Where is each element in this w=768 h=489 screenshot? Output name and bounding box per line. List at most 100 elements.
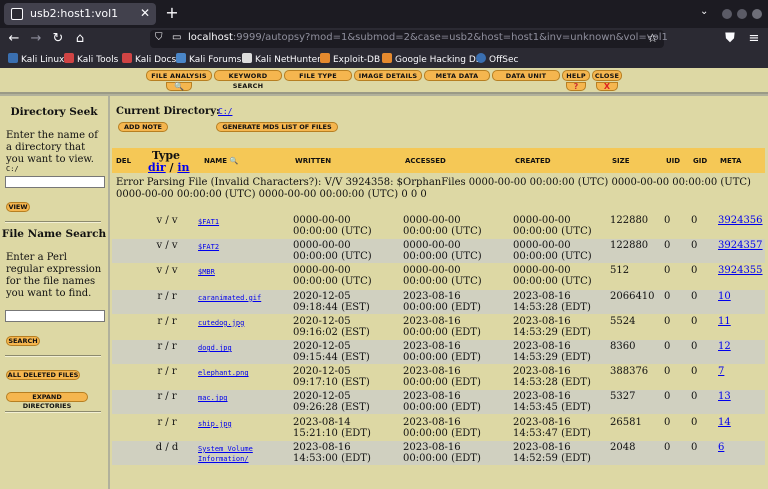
- back-icon[interactable]: ←: [6, 31, 22, 47]
- created-time: 2023-08-16 14:53:47 (EDT): [513, 417, 591, 439]
- view-button[interactable]: VIEW: [6, 202, 30, 212]
- created-time-date: 2023-08-16: [513, 366, 571, 378]
- written-time: 2023-08-16 14:53:00 (EDT): [293, 442, 371, 464]
- meta-link[interactable]: 3924356: [718, 215, 763, 226]
- bookmark-kali-nethunter[interactable]: Kali NetHunter: [242, 53, 321, 66]
- close-window-button[interactable]: [752, 9, 762, 19]
- current-directory-link[interactable]: C:/: [218, 107, 232, 116]
- header-meta[interactable]: META: [720, 157, 741, 165]
- header-created[interactable]: CREATED: [515, 157, 551, 165]
- file-name-search-text: Enter a Perl regular expression for the …: [6, 252, 102, 299]
- created-time-clock: 14:53:47 (EDT): [513, 427, 591, 439]
- header-accessed[interactable]: ACCESSED: [405, 157, 446, 165]
- header-uid[interactable]: UID: [666, 157, 680, 165]
- meta-link[interactable]: 7: [718, 366, 724, 377]
- maximize-button[interactable]: [737, 9, 747, 19]
- menu-icon[interactable]: ≡: [746, 31, 762, 47]
- help-icon[interactable]: ?: [566, 82, 586, 91]
- file-name-link[interactable]: dogd.jpg: [198, 343, 232, 353]
- generate-md5-button[interactable]: GENERATE MD5 LIST OF FILES: [216, 122, 338, 132]
- url-text[interactable]: localhost:9999/autopsy?mod=1&submod=2&ca…: [188, 32, 668, 43]
- tab-active[interactable]: usb2:host1:vol1 ✕: [4, 3, 156, 25]
- meta-link[interactable]: 14: [718, 417, 731, 428]
- accessed-time: 2023-08-16 00:00:00 (EDT): [403, 417, 481, 439]
- bookmark-kali-tools[interactable]: Kali Tools: [64, 53, 118, 66]
- file-name-link[interactable]: System Volume Information/: [198, 444, 253, 464]
- file-size: 26581: [610, 416, 642, 428]
- help-button[interactable]: HELP: [562, 70, 590, 81]
- accessed-time-clock: 00:00:00 (UTC): [403, 251, 482, 263]
- add-note-button[interactable]: ADD NOTE: [118, 122, 168, 132]
- file-name-link[interactable]: ship.jpg: [198, 419, 232, 429]
- type-dir-link[interactable]: dir: [148, 161, 166, 174]
- bookmark-star-icon[interactable]: ☆: [647, 31, 658, 45]
- shield-icon[interactable]: ⛉: [155, 32, 163, 43]
- written-time: 0000-00-00 00:00:00 (UTC): [293, 265, 372, 287]
- file-name-link[interactable]: mac.jpg: [198, 393, 228, 403]
- data-unit-button[interactable]: DATA UNIT: [492, 70, 560, 81]
- header-gid[interactable]: GID: [693, 157, 707, 165]
- expand-directories-button[interactable]: EXPAND DIRECTORIES: [6, 392, 88, 410]
- kali-docs-icon: [122, 53, 132, 63]
- bookmark-kali-forums[interactable]: Kali Forums: [176, 53, 241, 66]
- type-in-link[interactable]: in: [177, 161, 189, 174]
- page-info-icon[interactable]: ▭: [172, 32, 181, 43]
- bookmark-kali-docs[interactable]: Kali Docs: [122, 53, 176, 66]
- file-name-link[interactable]: elephant.png: [198, 368, 249, 378]
- close-icon[interactable]: X: [596, 82, 618, 91]
- table-row: v / v $FAT2 0000-00-00 00:00:00 (UTC) 0000-0…: [112, 239, 765, 264]
- file-type: r / r: [157, 341, 177, 352]
- header-written[interactable]: WRITTEN: [295, 157, 331, 165]
- bookmark-kali-linux[interactable]: Kali Linux: [8, 53, 64, 66]
- pocket-icon[interactable]: ⛊: [722, 31, 738, 47]
- bookmark-offsec[interactable]: OffSec: [476, 53, 518, 66]
- meta-link[interactable]: 12: [718, 341, 731, 352]
- image-details-button[interactable]: IMAGE DETAILS: [354, 70, 422, 81]
- meta-link[interactable]: 13: [718, 391, 731, 402]
- home-icon[interactable]: ⌂: [72, 31, 88, 47]
- accessed-time: 2023-08-16 00:00:00 (EDT): [403, 291, 481, 313]
- written-time-clock: 00:00:00 (UTC): [293, 251, 372, 263]
- menu-frame: FILE ANALYSIS 🔍 KEYWORD SEARCH FILE TYPE…: [0, 68, 768, 94]
- meta-data-button[interactable]: META DATA: [424, 70, 490, 81]
- keyword-search-button[interactable]: KEYWORD SEARCH: [214, 70, 282, 90]
- all-deleted-files-button[interactable]: ALL DELETED FILES: [6, 370, 80, 380]
- forward-icon[interactable]: →: [28, 31, 44, 47]
- filename-search-input[interactable]: [5, 310, 105, 322]
- bookmark-google-hacking-db[interactable]: Google Hacking DB: [382, 53, 482, 66]
- file-name-link[interactable]: $MBR: [198, 267, 215, 277]
- file-gid: 0: [691, 315, 698, 327]
- written-time: 0000-00-00 00:00:00 (UTC): [293, 215, 372, 237]
- header-name[interactable]: NAME 🔍: [204, 157, 238, 165]
- file-name-link[interactable]: cutedog.jpg: [198, 318, 244, 328]
- file-name-link[interactable]: caranimated.gif: [198, 293, 261, 303]
- created-time-clock: 14:53:29 (EDT): [513, 352, 591, 363]
- close-button[interactable]: CLOSE: [592, 70, 622, 81]
- directory-seek-title: Directory Seek: [10, 106, 98, 118]
- url-bar[interactable]: ⛉ ▭ localhost:9999/autopsy?mod=1&submod=…: [150, 30, 668, 48]
- minimize-button[interactable]: [722, 9, 732, 19]
- divider: [5, 411, 101, 413]
- file-analysis-button[interactable]: FILE ANALYSIS: [146, 70, 212, 81]
- created-time-clock: 14:53:28 (EDT): [513, 377, 591, 389]
- directory-seek-path: C:/: [6, 165, 19, 173]
- new-tab-icon[interactable]: +: [164, 3, 180, 23]
- url-host: localhost: [188, 32, 233, 43]
- file-size: 2048: [610, 441, 636, 453]
- file-type-button[interactable]: FILE TYPE: [284, 70, 352, 81]
- meta-link[interactable]: 10: [718, 291, 731, 302]
- bookmark-exploit-db[interactable]: Exploit-DB: [320, 53, 380, 66]
- reload-icon[interactable]: ↻: [50, 31, 66, 47]
- meta-link[interactable]: 11: [718, 316, 731, 327]
- meta-link[interactable]: 6: [718, 442, 724, 453]
- magnifier-icon[interactable]: 🔍: [166, 82, 192, 91]
- header-size[interactable]: SIZE: [612, 157, 630, 165]
- close-tab-icon[interactable]: ✕: [140, 6, 150, 20]
- search-button[interactable]: SEARCH: [6, 336, 40, 346]
- meta-link[interactable]: 3924355: [718, 265, 763, 276]
- meta-link[interactable]: 3924357: [718, 240, 763, 251]
- file-name-link[interactable]: $FAT1: [198, 217, 219, 227]
- directory-input[interactable]: [5, 176, 105, 188]
- list-tabs-icon[interactable]: ⌄: [700, 6, 708, 17]
- file-name-link[interactable]: $FAT2: [198, 242, 219, 252]
